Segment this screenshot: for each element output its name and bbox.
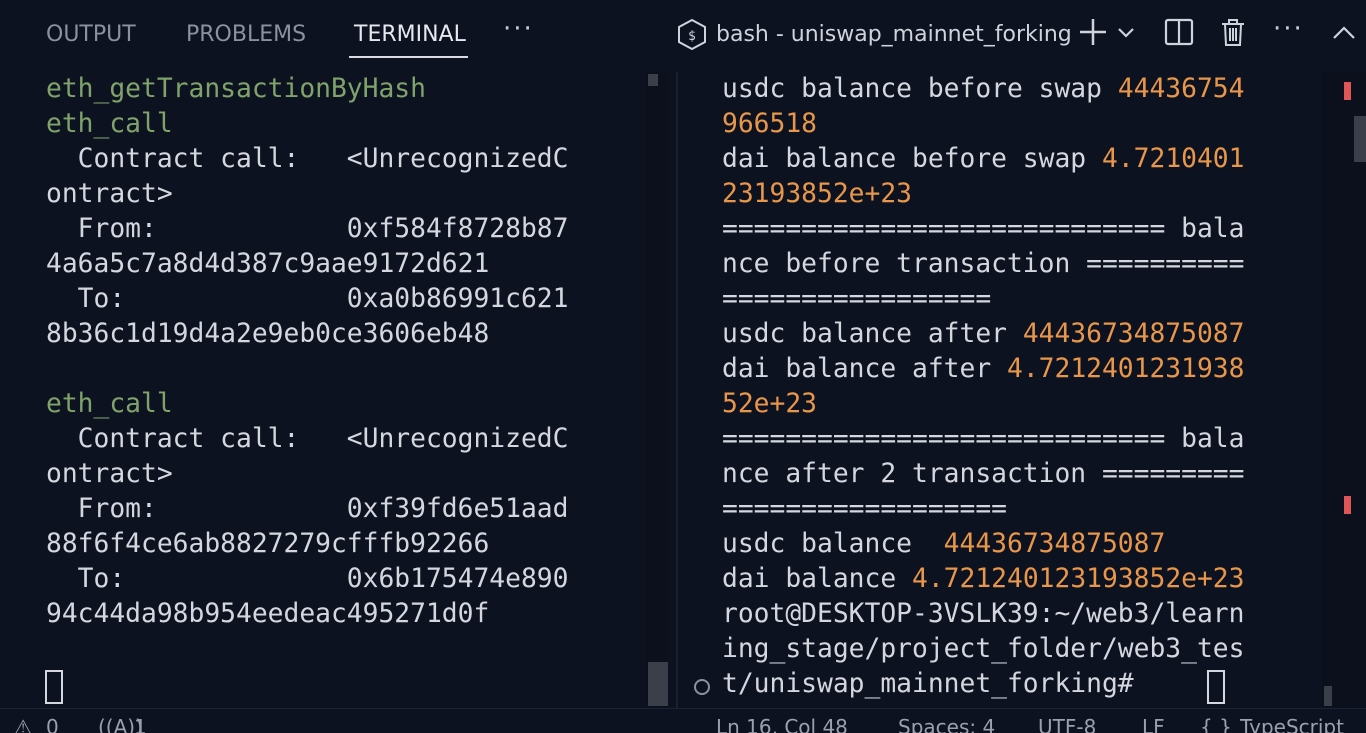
terminal-line: To: 0x6b175474e890	[46, 564, 569, 594]
balance-value: 44436734875087	[1022, 319, 1245, 349]
left-scrollbar-top-thumb[interactable]	[648, 74, 658, 86]
terminal-text: dai balance after	[722, 354, 1007, 384]
active-tab-indicator	[349, 56, 468, 58]
chevron-down-icon[interactable]	[1114, 16, 1138, 48]
terminal-text: usdc balance	[722, 529, 944, 559]
left-scrollbar[interactable]	[646, 72, 668, 708]
balance-value: 4.721240123193852e+23	[912, 564, 1245, 594]
terminal-text: nce after 2 transaction =========	[722, 459, 1245, 489]
left-terminal-cursor	[45, 670, 63, 704]
terminal-text: ==================	[722, 494, 1007, 524]
terminal-text: t/uniswap_mainnet_forking#	[722, 669, 1150, 699]
terminal-line: usdc balance 44436734875087	[722, 527, 1318, 562]
terminal-line: eth_call	[46, 389, 173, 419]
encoding[interactable]: UTF-8	[1038, 715, 1096, 733]
terminal-text: ============================ bala	[722, 214, 1245, 244]
terminal-line: t/uniswap_mainnet_forking#	[722, 667, 1318, 702]
errors-count[interactable]: 0	[46, 715, 59, 733]
terminal-text: =================	[722, 284, 992, 314]
terminal-line: usdc balance before swap 44436754	[722, 72, 1318, 107]
terminal-text: ============================ bala	[722, 424, 1245, 454]
balance-value: 52e+23	[722, 389, 817, 419]
terminal-line: 94c44da98b954eedeac495271d0f	[46, 599, 490, 629]
tab-terminal[interactable]: TERMINAL	[354, 22, 466, 47]
terminal-line: =================	[722, 282, 1318, 317]
terminal-line: ============================ bala	[722, 212, 1318, 247]
right-scrollbar[interactable]	[1322, 72, 1366, 708]
terminal-text: dai balance before swap	[722, 144, 1102, 174]
plus-icon[interactable]	[1077, 16, 1109, 48]
tab-output[interactable]: OUTPUT	[46, 22, 136, 47]
scrollbar-marker	[1344, 496, 1351, 514]
right-scrollbar-bottom-thumb[interactable]	[1324, 686, 1332, 706]
chevron-up-icon[interactable]	[1330, 16, 1358, 48]
terminal-line: 52e+23	[722, 387, 1318, 422]
left-scrollbar-thumb[interactable]	[648, 662, 668, 706]
right-terminal-cursor	[1207, 670, 1225, 704]
terminal-line: dai balance 4.721240123193852e+23	[722, 562, 1318, 597]
panel-header: OUTPUT PROBLEMS TERMINAL ··· $ bash - un…	[0, 0, 1366, 70]
terminal-line: dai balance after 4.7212401231938	[722, 352, 1318, 387]
terminal-line: root@DESKTOP-3VSLK39:~/web3/learn	[722, 597, 1318, 632]
left-terminal-output[interactable]: eth_getTransactionByHash eth_call Contrac…	[46, 72, 642, 708]
more-icon[interactable]: ···	[1273, 14, 1304, 44]
terminal-line: nce after 2 transaction =========	[722, 457, 1318, 492]
braces-icon[interactable]: { }	[1200, 715, 1232, 733]
cursor-position[interactable]: Ln 16, Col 48	[716, 715, 848, 733]
terminal-text: dai balance	[722, 564, 912, 594]
terminal-line: Contract call: <UnrecognizedC	[46, 424, 569, 454]
language-mode[interactable]: TypeScript	[1240, 715, 1344, 733]
terminal-line: ============================ bala	[722, 422, 1318, 457]
terminal-line: 88f6f4ce6ab8827279cfffb92266	[46, 529, 490, 559]
terminal-text: usdc balance before swap	[722, 74, 1118, 104]
right-terminal-output[interactable]: usdc balance before swap 44436754 966518 d…	[722, 72, 1318, 708]
terminal-line: eth_getTransactionByHash	[46, 74, 426, 104]
terminal-line: To: 0xa0b86991c621	[46, 284, 569, 314]
ports-count[interactable]: 1	[134, 715, 147, 733]
terminal-line: From: 0xf584f8728b87	[46, 214, 569, 244]
terminal-line: 23193852e+23	[722, 177, 1318, 212]
tab-problems[interactable]: PROBLEMS	[186, 22, 306, 47]
end-of-line[interactable]: LF	[1142, 715, 1165, 733]
status-bar: ⚠ 0 ((A)) 1 Ln 16, Col 48 Spaces: 4 UTF-…	[0, 708, 1366, 733]
terminal-line: Contract call: <UnrecognizedC	[46, 144, 569, 174]
terminal-line: ontract>	[46, 179, 173, 209]
terminal-text: nce before transaction ==========	[722, 249, 1245, 279]
terminal-text: usdc balance after	[722, 319, 1023, 349]
command-decoration-icon[interactable]	[694, 679, 710, 695]
terminal-text: ing_stage/project_folder/web3_tes	[722, 634, 1245, 664]
split-icon[interactable]	[1163, 16, 1195, 48]
indentation[interactable]: Spaces: 4	[898, 715, 995, 733]
terminal-line: 966518	[722, 107, 1318, 142]
balance-value: 44436734875087	[943, 529, 1166, 559]
terminal-line: ==================	[722, 492, 1318, 527]
scrollbar-marker	[1344, 82, 1351, 100]
more-tabs-button[interactable]: ···	[503, 14, 534, 44]
right-scrollbar-thumb[interactable]	[1354, 116, 1366, 162]
terminal-line: ing_stage/project_folder/web3_tes	[722, 632, 1318, 667]
balance-value: 23193852e+23	[722, 179, 912, 209]
terminal-line: 8b36c1d19d4a2e9eb0ce3606eb48	[46, 319, 490, 349]
terminal-line: ontract>	[46, 459, 173, 489]
terminal-line: usdc balance after 44436734875087	[722, 317, 1318, 352]
terminal-title[interactable]: bash - uniswap_mainnet_forking	[716, 22, 1072, 47]
terminal-line: dai balance before swap 4.7210401	[722, 142, 1318, 177]
balance-value: 4.7210401	[1101, 144, 1245, 174]
terminal-line: nce before transaction ==========	[722, 247, 1318, 282]
balance-value: 4.7212401231938	[1006, 354, 1245, 384]
split-divider[interactable]	[676, 72, 678, 708]
svg-text:$: $	[688, 29, 696, 44]
balance-value: 966518	[722, 109, 817, 139]
terminal-line: eth_call	[46, 109, 173, 139]
terminal-line: From: 0xf39fd6e51aad	[46, 494, 569, 524]
terminal-line: 4a6a5c7a8d4d387c9aae9172d621	[46, 249, 490, 279]
shell-icon: $	[678, 18, 706, 50]
trash-icon[interactable]	[1217, 16, 1249, 48]
warning-icon[interactable]: ⚠	[14, 715, 32, 733]
balance-value: 44436754	[1117, 74, 1245, 104]
terminal-text: root@DESKTOP-3VSLK39:~/web3/learn	[722, 599, 1245, 629]
